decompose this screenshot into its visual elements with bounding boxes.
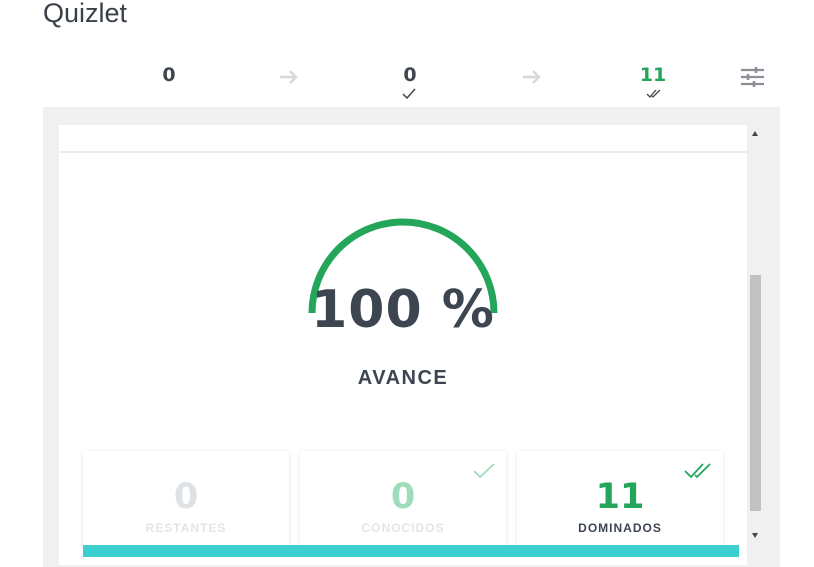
known-counter: 0	[403, 64, 417, 86]
remaining-counter: 0	[162, 64, 176, 86]
divider	[59, 151, 747, 153]
stat-card-known: 0 CONOCIDOS	[300, 451, 506, 551]
scroll-thumb[interactable]	[750, 275, 761, 511]
double-check-icon	[646, 89, 661, 98]
stat-card-mastered: 11 DOMINADOS	[517, 451, 723, 551]
stat-label: RESTANTES	[145, 521, 227, 535]
sliders-icon[interactable]	[740, 66, 765, 88]
progress-label: AVANCE	[357, 367, 449, 389]
stat-number: 11	[595, 477, 645, 517]
stat-number: 0	[390, 477, 416, 517]
stat-card-remaining: 0 RESTANTES	[83, 451, 289, 551]
arrow-right-icon	[280, 70, 298, 84]
stat-label: DOMINADOS	[578, 521, 662, 535]
check-icon	[402, 88, 416, 99]
action-bar[interactable]	[83, 545, 739, 557]
mastered-counter: 11	[639, 64, 667, 86]
stat-label: CONOCIDOS	[361, 521, 445, 535]
scroll-down-arrow[interactable]	[752, 533, 758, 538]
stat-number: 0	[173, 477, 199, 517]
scroll-up-arrow[interactable]	[752, 131, 758, 136]
app-title: Quizlet	[43, 0, 128, 28]
scrollbar[interactable]	[747, 125, 764, 545]
progress-percent: 100 %	[311, 280, 495, 340]
arrow-right-icon	[523, 70, 541, 84]
